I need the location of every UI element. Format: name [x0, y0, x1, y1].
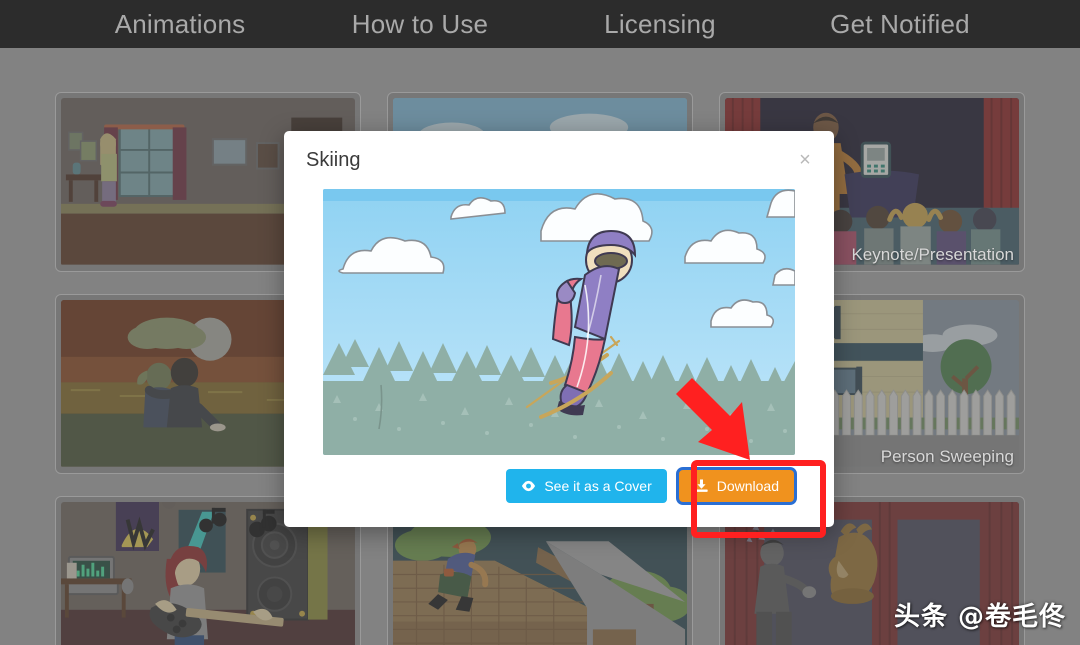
card-label: Keynote/Presentation — [851, 245, 1014, 264]
download-icon — [695, 479, 708, 492]
eye-icon — [522, 480, 536, 492]
see-as-cover-label: See it as a Cover — [544, 478, 652, 494]
app-page: Animations How to Use Licensing Get Noti… — [0, 0, 1080, 645]
modal-body — [284, 189, 834, 455]
nav-item-animations[interactable]: Animations — [60, 9, 300, 40]
download-button[interactable]: Download — [675, 467, 798, 505]
modal-footer: See it as a Cover Download — [284, 455, 834, 505]
close-icon[interactable]: × — [794, 149, 816, 171]
top-navigation-bar: Animations How to Use Licensing Get Noti… — [0, 0, 1080, 48]
nav-item-how-to-use[interactable]: How to Use — [300, 9, 540, 40]
modal-header: Skiing × — [284, 131, 834, 189]
skiing-preview-image — [323, 189, 795, 455]
card-label: Person Sweeping — [880, 447, 1014, 466]
watermark: 头条 @卷毛佟 — [893, 602, 1066, 632]
nav-item-get-notified[interactable]: Get Notified — [780, 9, 1020, 40]
download-label: Download — [716, 478, 779, 494]
skiing-illustration — [323, 189, 795, 455]
nav-item-licensing[interactable]: Licensing — [540, 9, 780, 40]
animation-preview-modal: Skiing × See it as a Cover Download — [284, 131, 834, 527]
see-as-cover-button[interactable]: See it as a Cover — [506, 469, 667, 503]
modal-title: Skiing — [306, 148, 361, 171]
